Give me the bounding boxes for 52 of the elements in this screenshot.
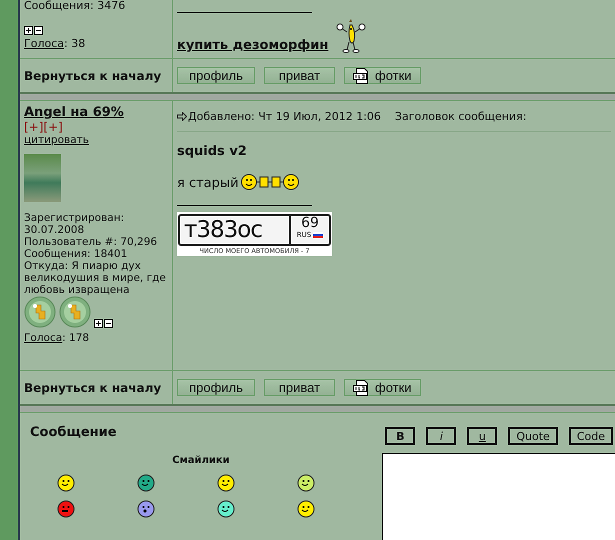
format-button[interactable]: u (467, 427, 498, 445)
arrow-icon (177, 112, 187, 120)
smiley-icon[interactable] (137, 500, 155, 518)
signature-link[interactable]: купить дезоморфин (177, 38, 328, 53)
votes-text: Голоса: 178 (24, 332, 90, 344)
image-file-icon (353, 380, 369, 396)
smiley-icon[interactable] (57, 474, 75, 492)
user-info-text: Сообщения: 3476 (24, 0, 126, 12)
format-button[interactable]: Quote (508, 427, 558, 445)
user-info-text: Сообщения: 18401 (24, 248, 128, 260)
smiley-icon[interactable] (57, 500, 75, 518)
posted-date-text: Добавлено: Чт 19 Июл, 2012 1:06 (188, 110, 381, 122)
post-title: squids v2 (177, 144, 248, 159)
plate-region: 69 (301, 216, 319, 231)
smiley-icon[interactable] (297, 500, 315, 518)
profile-action-button[interactable]: фотки (344, 379, 421, 396)
profile-action-button[interactable]: профиль (177, 379, 255, 396)
votes-text: Голоса: 38 (24, 37, 86, 50)
format-button[interactable]: i (426, 427, 456, 445)
post-text: я старый (177, 176, 239, 191)
author-name-link[interactable]: Angel на 69% (24, 105, 168, 120)
smiley-icon[interactable] (137, 474, 155, 492)
profile-action-button[interactable]: профиль (177, 67, 255, 84)
back-to-top-link[interactable]: Вернуться к началу (24, 68, 162, 82)
flag-icon (313, 232, 324, 238)
smiley-icon[interactable] (297, 474, 315, 492)
smilies-label: Смайлики (172, 455, 230, 466)
format-button[interactable]: B (385, 427, 416, 445)
plate-number: т383ос (183, 216, 264, 244)
back-to-top-link[interactable]: Вернуться к началу (24, 380, 162, 394)
user-info-text: Пользователь #: 70,296 (24, 236, 158, 248)
medal-icon (59, 296, 91, 328)
quote-link[interactable]: цитировать (24, 134, 168, 146)
avatar-photo (24, 154, 61, 202)
profile-action-button[interactable]: приват (264, 67, 335, 84)
image-file-icon (353, 68, 369, 84)
smiley-icon[interactable] (217, 500, 235, 518)
plus-minus-icon (94, 319, 113, 328)
user-info-text: Зарегистрирован: (24, 212, 126, 224)
beer-smileys-icon (240, 173, 299, 191)
profile-action-button[interactable]: приват (264, 379, 335, 396)
subject-label: Заголовок сообщения: (394, 110, 526, 122)
karma-link[interactable]: [+][+] (24, 120, 168, 134)
smiley-icon[interactable] (217, 474, 235, 492)
user-info-text: Откуда: Я пиарю дух великодушия в мире, где любовь извращена (24, 260, 167, 296)
user-info-text: 30.07.2008 (24, 224, 86, 236)
dancing-banana-icon (336, 19, 366, 53)
plus-minus-icon (24, 26, 43, 35)
medal-icon (24, 296, 56, 328)
format-button[interactable]: Code (568, 427, 613, 445)
message-label: Сообщение (30, 425, 117, 440)
profile-action-button[interactable]: фотки (344, 67, 421, 84)
